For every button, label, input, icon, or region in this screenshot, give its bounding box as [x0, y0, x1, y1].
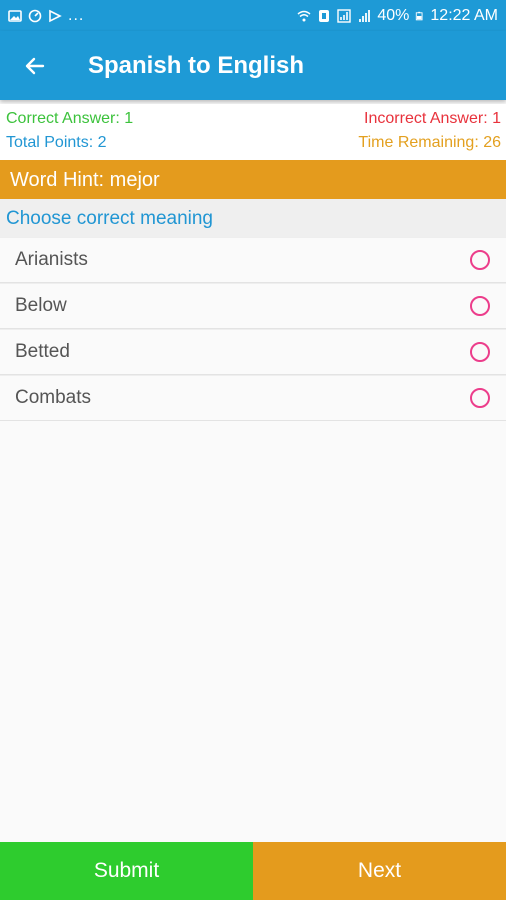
quiz-screen: ... 40% 12:22 AM Spanish to English Corr… — [0, 0, 506, 900]
answer-option[interactable]: Combats — [0, 375, 506, 421]
battery-icon — [416, 11, 423, 20]
incorrect-answer-count: Incorrect Answer: 1 — [364, 110, 501, 127]
answer-option-label: Arianists — [15, 249, 88, 270]
status-right-icons: 40% 12:22 AM — [297, 7, 498, 25]
radio-button[interactable] — [470, 296, 490, 316]
radio-button[interactable] — [470, 342, 490, 362]
answer-option-label: Below — [15, 295, 67, 316]
back-button[interactable] — [0, 31, 70, 100]
app-bar: Spanish to English — [0, 31, 506, 100]
radio-button[interactable] — [470, 388, 490, 408]
radio-button[interactable] — [470, 250, 490, 270]
status-bar: ... 40% 12:22 AM — [0, 0, 506, 31]
signal-icon-2 — [359, 9, 371, 22]
answer-option-label: Betted — [15, 341, 70, 362]
correct-answer-count: Correct Answer: 1 — [6, 110, 134, 127]
clock: 12:22 AM — [430, 6, 498, 24]
play-store-notification-icon — [49, 9, 62, 22]
score-panel: Correct Answer: 1 Incorrect Answer: 1 To… — [0, 104, 506, 160]
submit-button[interactable]: Submit — [0, 842, 253, 900]
answer-option[interactable]: Below — [0, 283, 506, 329]
answer-option[interactable]: Arianists — [0, 237, 506, 283]
bottom-action-bar: Submit Next — [0, 842, 506, 900]
time-remaining: Time Remaining: 26 — [358, 134, 501, 151]
wifi-icon — [297, 10, 311, 21]
image-notification-icon — [8, 9, 22, 22]
answer-option-label: Combats — [15, 387, 92, 408]
score-row-answers: Correct Answer: 1 Incorrect Answer: 1 — [6, 107, 501, 131]
word-hint-bar: Word Hint: mejor — [0, 160, 506, 199]
next-button[interactable]: Next — [253, 842, 506, 900]
question-prompt: Choose correct meaning — [0, 199, 506, 237]
more-notifications-dots: ... — [68, 6, 85, 24]
battery-percent: 40% — [377, 6, 410, 24]
answer-options-list: Arianists Below Betted Combats — [0, 237, 506, 421]
answer-option[interactable]: Betted — [0, 329, 506, 375]
signal-icon-1 — [337, 8, 352, 23]
score-row-points: Total Points: 2 Time Remaining: 26 — [6, 131, 501, 155]
arrow-left-icon — [25, 57, 45, 74]
total-points: Total Points: 2 — [6, 134, 107, 151]
page-title: Spanish to English — [88, 51, 305, 79]
nfc-icon — [319, 9, 330, 22]
status-left-icons: ... — [8, 7, 84, 25]
speedometer-notification-icon — [28, 9, 42, 22]
